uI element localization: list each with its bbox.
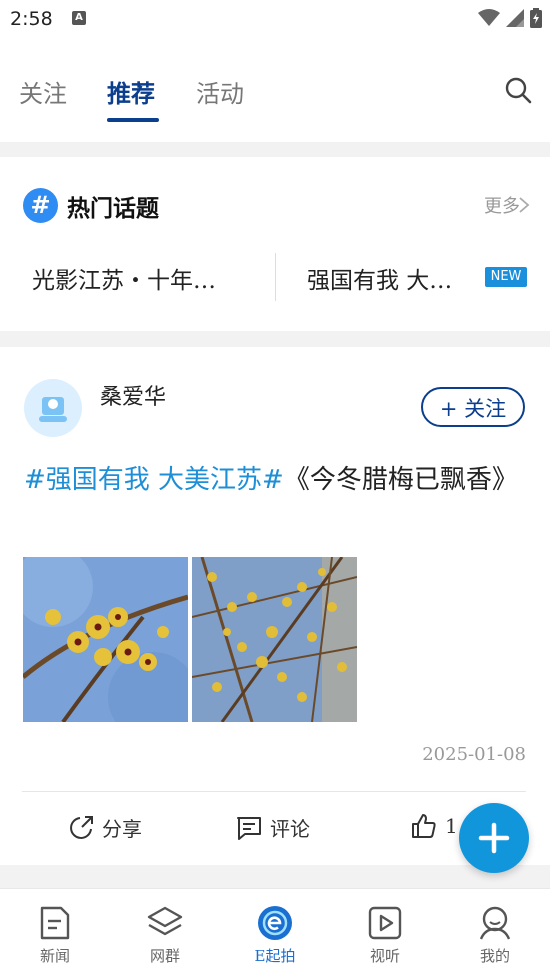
bottom-nav: 新闻 网群 E起拍 视听 我的: [0, 888, 550, 980]
notification-a-icon: A: [72, 11, 86, 25]
plus-icon: [478, 822, 510, 854]
play-icon: [368, 906, 402, 940]
nav-item-media[interactable]: 视听: [350, 905, 420, 966]
create-post-button[interactable]: [459, 803, 529, 873]
share-button[interactable]: 分享: [68, 813, 142, 842]
nav-item-me[interactable]: 我的: [460, 905, 530, 966]
post-photo[interactable]: [192, 557, 357, 722]
wifi-icon: [478, 9, 500, 26]
news-icon: [40, 906, 70, 940]
profile-icon: [479, 906, 511, 940]
post-hashtag[interactable]: #强国有我 大美江苏#: [24, 465, 284, 495]
nav-label: 网群: [149, 947, 180, 965]
more-link[interactable]: 更多: [484, 192, 520, 218]
like-button[interactable]: 1: [411, 813, 458, 839]
e-photo-icon: [258, 906, 292, 940]
hot-topics-section: # 热门话题 更多 光影江苏・十年… 强国有我 大… NEW: [0, 157, 550, 331]
tab-activity[interactable]: 活动: [196, 74, 244, 109]
post-date: 2025-01-08: [422, 744, 526, 765]
nav-item-groups[interactable]: 网群: [130, 905, 200, 966]
tab-recommend[interactable]: 推荐: [107, 74, 155, 109]
nav-label: 视听: [369, 947, 400, 965]
nav-label: 我的: [479, 947, 510, 965]
comment-button[interactable]: 评论: [236, 813, 310, 842]
share-label: 分享: [102, 817, 142, 841]
post-text[interactable]: #强国有我 大美江苏#《今冬腊梅已飘香》: [24, 463, 524, 497]
battery-icon: [530, 8, 542, 28]
topic-divider: [275, 253, 276, 301]
search-icon[interactable]: [504, 76, 532, 104]
status-bar: 2:58 A: [0, 0, 550, 38]
hashtag-icon: #: [23, 188, 58, 223]
like-count: 1: [445, 814, 458, 838]
status-time: 2:58: [10, 8, 53, 30]
author-name[interactable]: 桑爱华: [100, 379, 166, 411]
tab-follow[interactable]: 关注: [19, 74, 67, 109]
post-card: 桑爱华 + 关注 #强国有我 大美江苏#《今冬腊梅已飘香》 2025-01-08…: [0, 347, 550, 865]
nav-label: 新闻: [39, 947, 70, 965]
post-title: 《今冬腊梅已飘香》: [283, 465, 518, 495]
hot-topics-title: 热门话题: [67, 195, 159, 222]
status-icons: [478, 8, 542, 28]
layers-icon: [147, 906, 183, 936]
active-tab-indicator: [107, 118, 159, 122]
post-photo[interactable]: [23, 557, 188, 722]
nav-label: E起拍: [254, 947, 296, 965]
comment-label: 评论: [270, 817, 310, 841]
top-tab-bar: 关注 推荐 活动: [0, 38, 550, 142]
chevron-right-icon[interactable]: [518, 196, 530, 214]
signal-icon: [506, 9, 524, 27]
nav-item-news[interactable]: 新闻: [20, 905, 90, 966]
hot-topic-item[interactable]: 光影江苏・十年…: [32, 261, 216, 295]
share-icon: [70, 815, 93, 839]
divider: [22, 791, 526, 792]
new-badge: NEW: [485, 267, 527, 287]
user-placeholder-icon: [39, 397, 67, 422]
thumbs-up-icon: [412, 814, 436, 838]
avatar[interactable]: [24, 379, 82, 437]
hot-topic-item[interactable]: 强国有我 大…: [307, 261, 452, 295]
nav-item-e-photo[interactable]: E起拍: [240, 905, 310, 966]
follow-button[interactable]: + 关注: [421, 387, 525, 427]
comment-icon: [237, 816, 261, 840]
